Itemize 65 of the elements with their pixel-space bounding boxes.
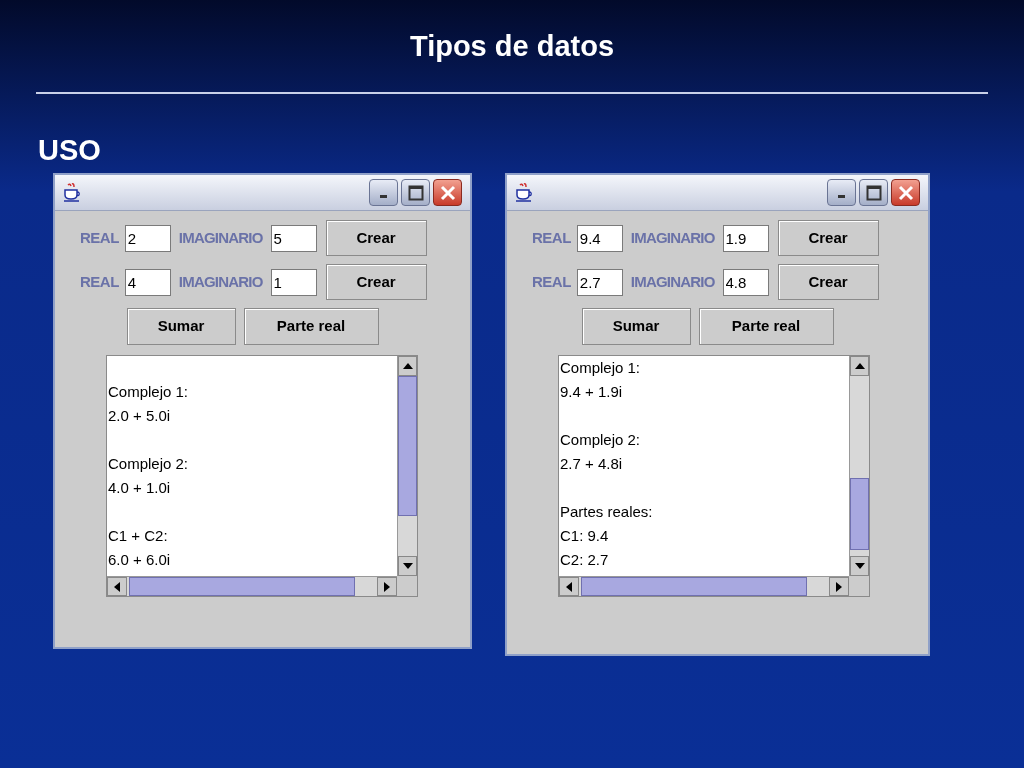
- output-line: 6.0 + 6.0i: [108, 550, 172, 570]
- sum-button[interactable]: Sumar: [126, 308, 236, 345]
- real-part-button[interactable]: Parte real: [243, 308, 379, 345]
- sum-button[interactable]: Sumar: [581, 308, 691, 345]
- up-arrow-icon: [402, 363, 413, 369]
- field-label: IMAGINARIO: [178, 227, 263, 248]
- imaginary-input-field[interactable]: 4.8: [722, 268, 769, 296]
- output-line: Partes reales:: [560, 502, 654, 522]
- maximize-button[interactable]: [859, 179, 888, 206]
- imaginary-input-field[interactable]: 1: [270, 268, 317, 296]
- vertical-scrollbar[interactable]: [397, 356, 417, 576]
- vertical-scrollbar[interactable]: [849, 356, 869, 576]
- horizontal-scrollbar[interactable]: [107, 576, 397, 596]
- field-label: IMAGINARIO: [630, 227, 715, 248]
- field-label: REAL: [80, 227, 119, 248]
- output-line: Complejo 2:: [560, 430, 642, 450]
- close-icon: [897, 184, 914, 201]
- output-line: 9.4 + 1.9i: [560, 382, 624, 402]
- minimize-button[interactable]: [827, 179, 856, 206]
- field-label: REAL: [532, 227, 571, 248]
- left-arrow-icon: [114, 581, 120, 592]
- create-button[interactable]: Crear: [777, 264, 879, 300]
- slide-title: Tipos de datos: [409, 29, 615, 64]
- output-line: 2.7 + 4.8i: [560, 454, 624, 474]
- real-input-field[interactable]: 4: [124, 268, 171, 296]
- output-line: C2: 2.7: [560, 550, 610, 570]
- up-arrow-icon: [854, 363, 865, 369]
- coffee-cup-icon: [515, 182, 533, 203]
- output-line: C1: 9.4: [560, 526, 610, 546]
- output-line: Complejo 2:: [108, 454, 190, 474]
- field-label: IMAGINARIO: [178, 271, 263, 292]
- maximize-button[interactable]: [401, 179, 430, 206]
- minimize-button[interactable]: [369, 179, 398, 206]
- right-arrow-icon: [836, 581, 842, 592]
- create-button[interactable]: Crear: [777, 220, 879, 256]
- real-input-field[interactable]: 9.4: [576, 224, 623, 252]
- right-arrow-icon: [384, 581, 390, 592]
- output-line: 4.0 + 1.0i: [108, 478, 172, 498]
- minimize-icon: [838, 195, 845, 198]
- left-arrow-icon: [566, 581, 572, 592]
- create-button[interactable]: Crear: [325, 264, 427, 300]
- create-button[interactable]: Crear: [325, 220, 427, 256]
- maximize-icon: [865, 184, 882, 201]
- coffee-cup-icon: [63, 182, 81, 203]
- down-arrow-icon: [402, 563, 413, 569]
- imaginary-input-field[interactable]: 5: [270, 224, 317, 252]
- down-arrow-icon: [854, 563, 865, 569]
- real-part-button[interactable]: Parte real: [698, 308, 834, 345]
- section-heading: USO: [38, 134, 101, 166]
- field-label: REAL: [532, 271, 571, 292]
- horizontal-scrollbar[interactable]: [559, 576, 849, 596]
- output-line: Complejo 1:: [560, 358, 642, 378]
- real-input-field[interactable]: 2: [124, 224, 171, 252]
- output-line: Complejo 1:: [108, 382, 190, 402]
- close-button[interactable]: [891, 179, 920, 206]
- field-label: IMAGINARIO: [630, 271, 715, 292]
- field-label: REAL: [80, 271, 119, 292]
- maximize-icon: [407, 184, 424, 201]
- close-button[interactable]: [433, 179, 462, 206]
- imaginary-input-field[interactable]: 1.9: [722, 224, 769, 252]
- output-line: C1 + C2:: [108, 526, 169, 546]
- output-line: 2.0 + 5.0i: [108, 406, 172, 426]
- close-icon: [439, 184, 456, 201]
- minimize-icon: [380, 195, 387, 198]
- real-input-field[interactable]: 2.7: [576, 268, 623, 296]
